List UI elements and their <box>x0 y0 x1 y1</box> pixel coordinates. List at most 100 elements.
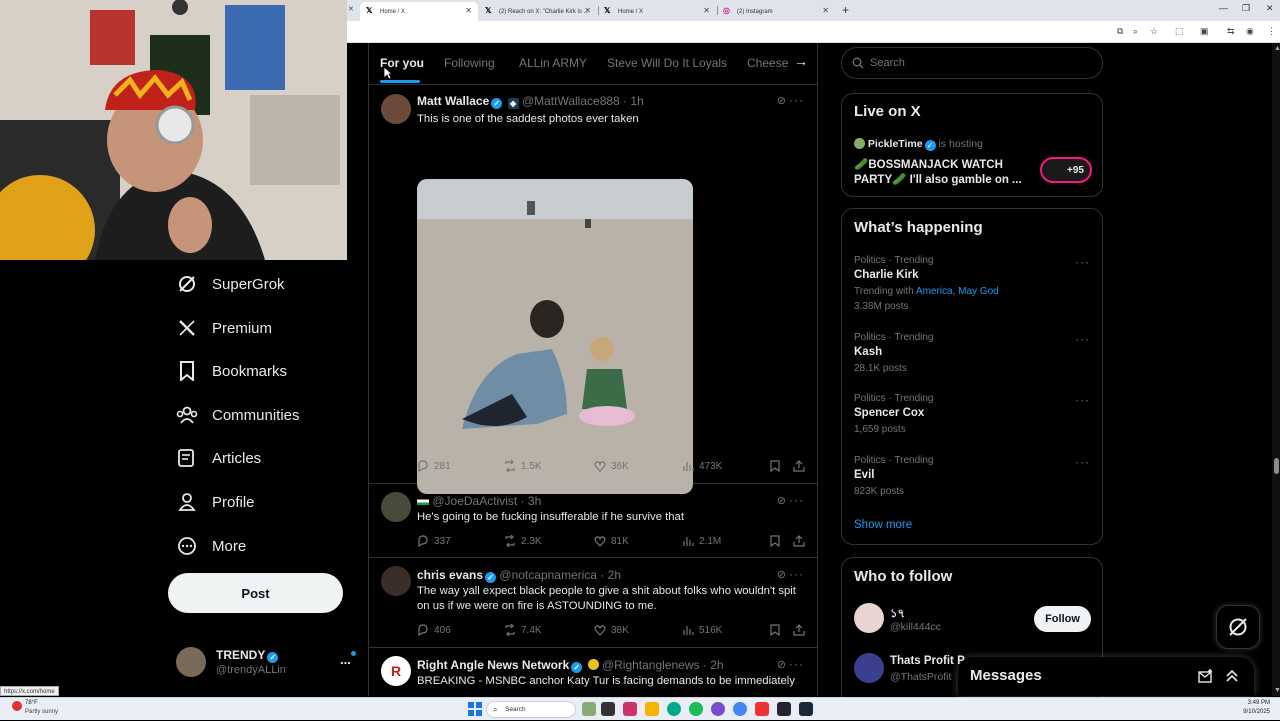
weather-temp[interactable]: 78°F <box>25 700 38 706</box>
tweet-time[interactable]: · 2h <box>703 658 724 672</box>
tweet-time[interactable]: · 3h <box>521 494 542 508</box>
reply-button[interactable]: 337 <box>417 535 451 547</box>
more-icon[interactable]: ··· <box>1075 332 1090 346</box>
like-button[interactable]: 38K <box>594 624 629 636</box>
tweet-photo[interactable] <box>417 179 693 494</box>
restore-icon[interactable]: ❐ <box>1242 3 1250 14</box>
grok-button[interactable] <box>1216 605 1260 649</box>
views-button[interactable]: 516K <box>682 624 722 636</box>
author-name[interactable]: chris evans <box>417 568 483 582</box>
star-icon[interactable]: ☆ <box>1150 26 1158 37</box>
close-icon[interactable]: ✕ <box>584 6 591 15</box>
avatar[interactable] <box>381 566 411 596</box>
tweet[interactable]: chris evans ✓ @notcapnamerica · 2h ⊘ ··· … <box>369 558 817 648</box>
post-button[interactable]: Post <box>168 573 343 613</box>
share-button[interactable] <box>793 460 810 472</box>
scroll-up-icon[interactable]: ▲ <box>1274 45 1280 52</box>
author-name[interactable]: Right Angle News Network <box>417 658 569 672</box>
author-handle[interactable]: @Rightanglenews <box>602 658 700 672</box>
views-button[interactable]: 473K <box>682 460 722 472</box>
sidepanel-icon[interactable]: ▣ <box>1200 26 1209 37</box>
tab-scroll-icon[interactable]: ✕ <box>347 0 355 21</box>
discord-icon[interactable] <box>711 702 725 716</box>
views-button[interactable]: 2.1M <box>682 535 721 547</box>
windows-start-icon[interactable] <box>468 702 482 716</box>
trend-item[interactable]: Politics · Trending Spencer Cox 1,659 po… <box>842 391 1102 441</box>
tab-allin-army[interactable]: ALLin ARMY <box>519 56 587 70</box>
clock-date[interactable]: 9/10/2025 <box>1232 709 1270 715</box>
more-icon[interactable]: ··· <box>1075 255 1090 269</box>
show-more-link[interactable]: Show more <box>854 519 912 531</box>
more-icon[interactable]: ··· <box>789 493 804 507</box>
browser-tab-reach[interactable]: 𝕏 (2) Reach on X: "Charlie Kirk is ... ✕ <box>479 2 597 21</box>
avatar[interactable] <box>854 603 884 633</box>
share-button[interactable] <box>793 535 810 547</box>
author-handle[interactable]: @notcapnamerica <box>499 568 597 582</box>
clock-time[interactable]: 3:49 PM <box>1232 700 1270 706</box>
live-host-line[interactable]: PickleTime ✓ is hosting <box>854 138 983 151</box>
sidebar-item-communities[interactable]: Communities <box>176 402 300 428</box>
widgets-icon[interactable] <box>582 702 596 716</box>
grok-icon[interactable]: ⊘ <box>777 568 786 581</box>
repost-button[interactable]: 2.3K <box>504 535 542 547</box>
grok-icon[interactable]: ⊘ <box>777 494 786 507</box>
tab-steve-will-do-it-loyals[interactable]: Steve Will Do It Loyals <box>607 56 727 70</box>
arrow-right-icon[interactable]: → <box>794 53 808 69</box>
file-explorer-icon[interactable] <box>645 702 659 716</box>
tweet-time[interactable]: · 2h <box>600 568 621 582</box>
tweet-time[interactable]: · 1h <box>623 94 644 108</box>
more-icon[interactable]: ··· <box>1075 393 1090 407</box>
browser-tab-home-2[interactable]: 𝕏 Home / X ✕ <box>598 2 716 21</box>
grok-icon[interactable]: ⊘ <box>777 658 786 671</box>
profile-icon[interactable]: ◉ <box>1246 26 1254 37</box>
steam-icon[interactable] <box>799 702 813 716</box>
author-handle[interactable]: @JoeDaActivist <box>432 494 517 508</box>
task-view-icon[interactable] <box>601 702 615 716</box>
browser-tab-home[interactable]: 𝕏 Home / X ✕ <box>360 2 478 21</box>
sidebar-item-articles[interactable]: Articles <box>176 445 261 471</box>
close-icon[interactable]: ✕ <box>465 6 472 15</box>
edge-icon[interactable] <box>667 702 681 716</box>
translate-icon[interactable]: ⇆ <box>1227 26 1235 37</box>
live-viewers-badge[interactable]: +95 <box>1040 157 1092 183</box>
new-message-icon[interactable] <box>1198 669 1214 683</box>
menu-icon[interactable]: ⋮ <box>1267 26 1276 37</box>
tweet[interactable]: R Right Angle News Network ✓ @Rightanglen… <box>369 648 817 696</box>
more-icon[interactable]: ··· <box>1075 455 1090 469</box>
minimize-icon[interactable]: — <box>1219 3 1228 13</box>
repost-button[interactable]: 1.5K <box>504 460 542 472</box>
reply-button[interactable]: 406 <box>417 624 451 636</box>
spotify-icon[interactable] <box>689 702 703 716</box>
share-button[interactable] <box>793 624 810 636</box>
app-icon[interactable] <box>777 702 791 716</box>
scrollbar-thumb[interactable] <box>1274 458 1279 474</box>
zoom-icon[interactable]: ⌕ <box>1133 26 1138 37</box>
more-icon[interactable]: ··· <box>789 567 804 581</box>
extensions-icon[interactable]: ⬚ <box>1175 26 1184 37</box>
more-icon[interactable]: ··· <box>789 93 804 107</box>
more-icon[interactable]: ··· <box>789 657 804 671</box>
trend-with-link[interactable]: America, May God <box>916 286 999 297</box>
avatar[interactable] <box>381 94 411 124</box>
sidebar-item-supergrok[interactable]: SuperGrok <box>176 271 285 297</box>
avatar[interactable]: R <box>381 656 411 686</box>
close-icon[interactable]: ✕ <box>822 6 829 15</box>
author-name[interactable]: Matt Wallace <box>417 94 489 108</box>
sidebar-item-profile[interactable]: Profile <box>176 489 255 515</box>
tweet[interactable]: Matt Wallace ✓ ◆ @MattWallace888 · 1h ⊘ ·… <box>369 86 817 494</box>
sidebar-item-premium[interactable]: Premium <box>176 315 272 341</box>
avatar[interactable] <box>381 492 411 522</box>
like-button[interactable]: 81K <box>594 535 629 547</box>
account-name[interactable]: TRENDY ✓ <box>216 648 279 663</box>
app-icon[interactable] <box>623 702 637 716</box>
grok-icon[interactable]: ⊘ <box>777 94 786 107</box>
weather-icon[interactable] <box>12 701 22 711</box>
follow-handle[interactable]: @kill444cc <box>890 621 941 633</box>
chevron-up-icon[interactable] <box>1225 669 1239 683</box>
close-icon[interactable]: ✕ <box>703 6 710 15</box>
bookmark-button[interactable] <box>770 460 785 472</box>
avatar[interactable] <box>854 653 884 683</box>
account-more-icon[interactable]: ... <box>340 652 351 667</box>
trend-item[interactable]: Politics · Trending Kash 28.1K posts ··· <box>842 330 1102 380</box>
new-tab-button[interactable]: + <box>842 3 849 17</box>
